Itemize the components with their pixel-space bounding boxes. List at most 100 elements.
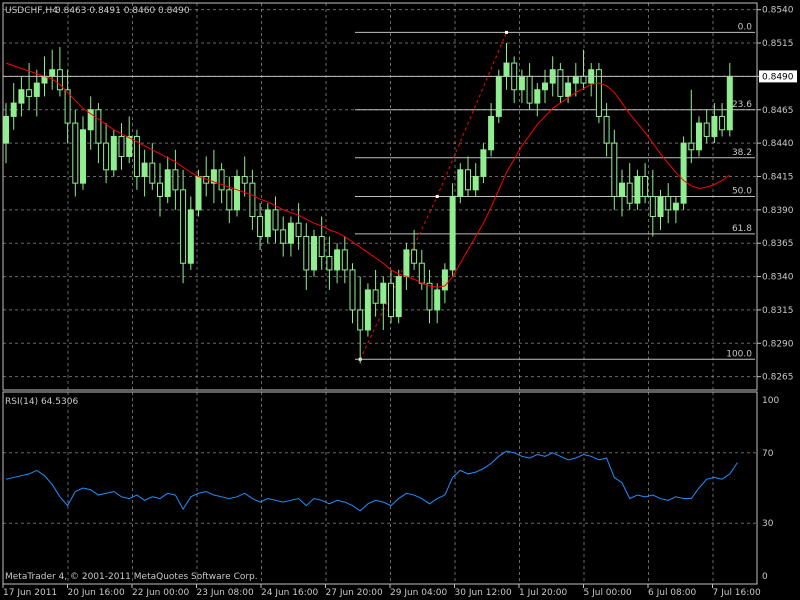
candle-body bbox=[141, 162, 148, 177]
candle-body bbox=[711, 115, 718, 137]
candle-body bbox=[418, 262, 425, 284]
candle-body bbox=[526, 75, 533, 104]
candle-body bbox=[411, 249, 418, 264]
candle-body bbox=[503, 62, 510, 77]
rsi-tick-label: 0 bbox=[762, 572, 768, 582]
fibo-level-label: 50.0 bbox=[732, 187, 752, 197]
candle-body bbox=[665, 196, 672, 211]
candle-body bbox=[634, 175, 641, 204]
candle-body bbox=[218, 169, 225, 191]
candle-body bbox=[287, 222, 294, 244]
time-tick-label: 5 Jul 00:00 bbox=[584, 588, 633, 598]
candle-body bbox=[226, 189, 233, 211]
candle-body bbox=[33, 82, 40, 97]
candle-body bbox=[719, 115, 726, 131]
candle-body bbox=[649, 196, 656, 218]
candle-body bbox=[126, 135, 133, 157]
candle-body bbox=[557, 69, 564, 97]
price-tick-label: 0.8390 bbox=[762, 206, 794, 216]
copyright-text: MetaTrader 4, © 2001-2011 MetaQuotes Sof… bbox=[5, 572, 258, 582]
time-tick-label: 27 Jun 20:00 bbox=[326, 588, 383, 598]
candle-body bbox=[234, 175, 240, 211]
candle-body bbox=[95, 109, 102, 144]
rsi-tick-label: 30 bbox=[762, 519, 774, 529]
candle-body bbox=[318, 236, 325, 258]
candle-body bbox=[257, 216, 264, 238]
rsi-title: RSI(14) 64.5306 bbox=[5, 397, 78, 407]
candle-body bbox=[380, 282, 387, 304]
candle-body bbox=[157, 182, 163, 197]
candle-body bbox=[611, 142, 618, 198]
candle-body bbox=[110, 135, 117, 171]
current-price-label: 0.8490 bbox=[762, 72, 794, 82]
price-tick-label: 0.8415 bbox=[762, 172, 794, 182]
price-tick-label: 0.8465 bbox=[762, 106, 794, 116]
trading-chart: 0.0 23.6 38.2 50.0 61.8 100.0 USDCHF,H4 0.846… bbox=[0, 0, 800, 600]
price-tick-label: 0.8515 bbox=[762, 39, 794, 49]
candle-body bbox=[488, 115, 495, 151]
price-tick-label: 0.8540 bbox=[762, 6, 794, 16]
price-tick-label: 0.8365 bbox=[762, 239, 794, 249]
candle-body bbox=[18, 89, 25, 104]
candle-body bbox=[603, 115, 610, 144]
candle-body bbox=[565, 82, 572, 97]
candle-body bbox=[726, 75, 733, 131]
time-tick-label: 30 Jun 12:00 bbox=[455, 588, 512, 598]
candle-body bbox=[164, 169, 171, 198]
candle-body bbox=[357, 309, 364, 331]
time-tick-label: 29 Jun 04:00 bbox=[390, 588, 447, 598]
candle-body bbox=[672, 202, 679, 211]
candle-body bbox=[403, 249, 410, 278]
rsi-tick-label: 100 bbox=[762, 396, 779, 406]
candle-body bbox=[149, 162, 156, 184]
candle-body bbox=[103, 142, 110, 171]
time-tick-label: 24 Jun 16:00 bbox=[261, 588, 318, 598]
candle-body bbox=[364, 289, 371, 331]
time-tick-label: 20 Jun 16:00 bbox=[68, 588, 125, 598]
time-tick-label: 17 Jun 2011 bbox=[3, 588, 57, 598]
candle-body bbox=[696, 122, 702, 151]
candle-body bbox=[334, 249, 341, 271]
candle-body bbox=[118, 135, 125, 157]
candle-body bbox=[341, 249, 348, 271]
zigzag-point bbox=[435, 195, 439, 198]
candle-body bbox=[303, 236, 310, 271]
price-tick-label: 0.8290 bbox=[762, 339, 794, 349]
rsi-tick-label: 70 bbox=[762, 449, 774, 459]
time-tick-label: 7 Jul 16:00 bbox=[713, 588, 762, 598]
candle-body bbox=[518, 75, 525, 91]
candle-body bbox=[264, 209, 271, 238]
price-tick-label: 0.8440 bbox=[762, 139, 794, 149]
candle-body bbox=[272, 209, 279, 231]
candle-body bbox=[249, 182, 256, 218]
price-tick-label: 0.8315 bbox=[762, 306, 794, 316]
candle-body bbox=[542, 82, 548, 91]
candle-body bbox=[49, 69, 56, 77]
candle-body bbox=[3, 115, 9, 144]
time-tick-label: 6 Jul 08:00 bbox=[648, 588, 697, 598]
chart-title: USDCHF,H4 bbox=[5, 6, 58, 16]
candle-body bbox=[657, 196, 664, 218]
candle-body bbox=[703, 122, 710, 137]
candle-body bbox=[295, 222, 302, 238]
candle-body bbox=[187, 209, 194, 264]
candle-body bbox=[80, 129, 86, 184]
candle-body bbox=[572, 75, 579, 84]
candle-body bbox=[449, 196, 456, 271]
candle-body bbox=[280, 229, 287, 244]
candle-body bbox=[441, 269, 448, 291]
fibo-level-label: 38.2 bbox=[732, 148, 752, 158]
candle-body bbox=[626, 182, 633, 204]
candle-body bbox=[395, 276, 402, 318]
fibo-level-label: 0.0 bbox=[738, 22, 753, 32]
candle-body bbox=[180, 189, 187, 264]
candle-body bbox=[172, 169, 179, 191]
candle-body bbox=[465, 169, 471, 191]
zigzag-point bbox=[505, 30, 508, 34]
candle-body bbox=[26, 89, 33, 97]
candle-body bbox=[195, 175, 202, 211]
candle-body bbox=[311, 236, 317, 271]
price-tick-label: 0.8265 bbox=[762, 373, 794, 383]
candle-body bbox=[72, 122, 79, 184]
fibo-level-label: 61.8 bbox=[732, 224, 752, 234]
